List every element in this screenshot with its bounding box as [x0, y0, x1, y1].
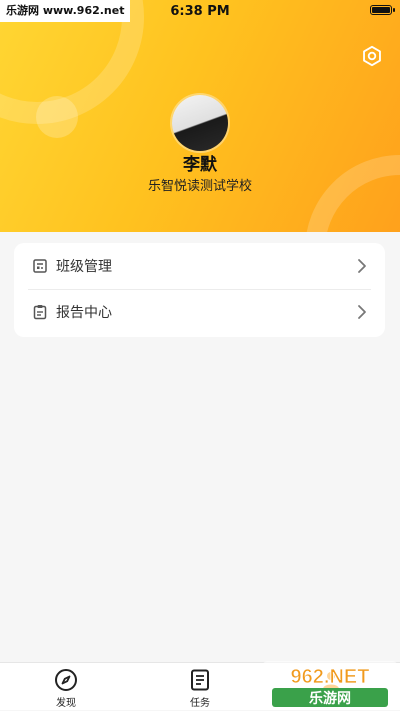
class-management-icon: [32, 258, 48, 274]
tab-label: 任务: [190, 698, 210, 709]
menu-item-label: 班级管理: [56, 259, 112, 275]
avatar[interactable]: [172, 95, 228, 151]
watermark-logo-top: 962.NET: [291, 666, 370, 688]
compass-icon: [53, 667, 79, 693]
watermark-text: 乐游网 www.962.net: [0, 0, 131, 22]
tab-label: 发现: [56, 698, 76, 709]
profile-header: 6:38 PM 乐游网 www.962.net 李默 乐智悦读测试学校: [0, 0, 400, 232]
decorative-dot: [36, 96, 78, 138]
tab-task[interactable]: 任务: [165, 667, 235, 711]
school-name: 乐智悦读测试学校: [147, 179, 252, 194]
settings-button[interactable]: [359, 43, 385, 69]
chevron-right-icon: [358, 305, 366, 319]
clipboard-icon: [32, 304, 48, 320]
tab-discover[interactable]: 发现: [31, 667, 101, 711]
status-time: 6:38 PM: [170, 3, 230, 19]
watermark-logo: 962.NET 乐游网: [262, 661, 398, 710]
user-name: 李默: [183, 155, 217, 175]
menu-item-report-center[interactable]: 报告中心: [14, 289, 385, 335]
watermark-logo-bottom: 乐游网: [309, 690, 351, 707]
chevron-right-icon: [358, 259, 366, 273]
menu-item-label: 报告中心: [56, 305, 112, 321]
menu-item-class-management[interactable]: 班级管理: [14, 243, 385, 289]
battery-icon: [370, 5, 395, 15]
gear-icon: [363, 45, 381, 67]
task-list-icon: [187, 667, 213, 693]
menu-card: 班级管理 报告中心: [14, 243, 385, 337]
